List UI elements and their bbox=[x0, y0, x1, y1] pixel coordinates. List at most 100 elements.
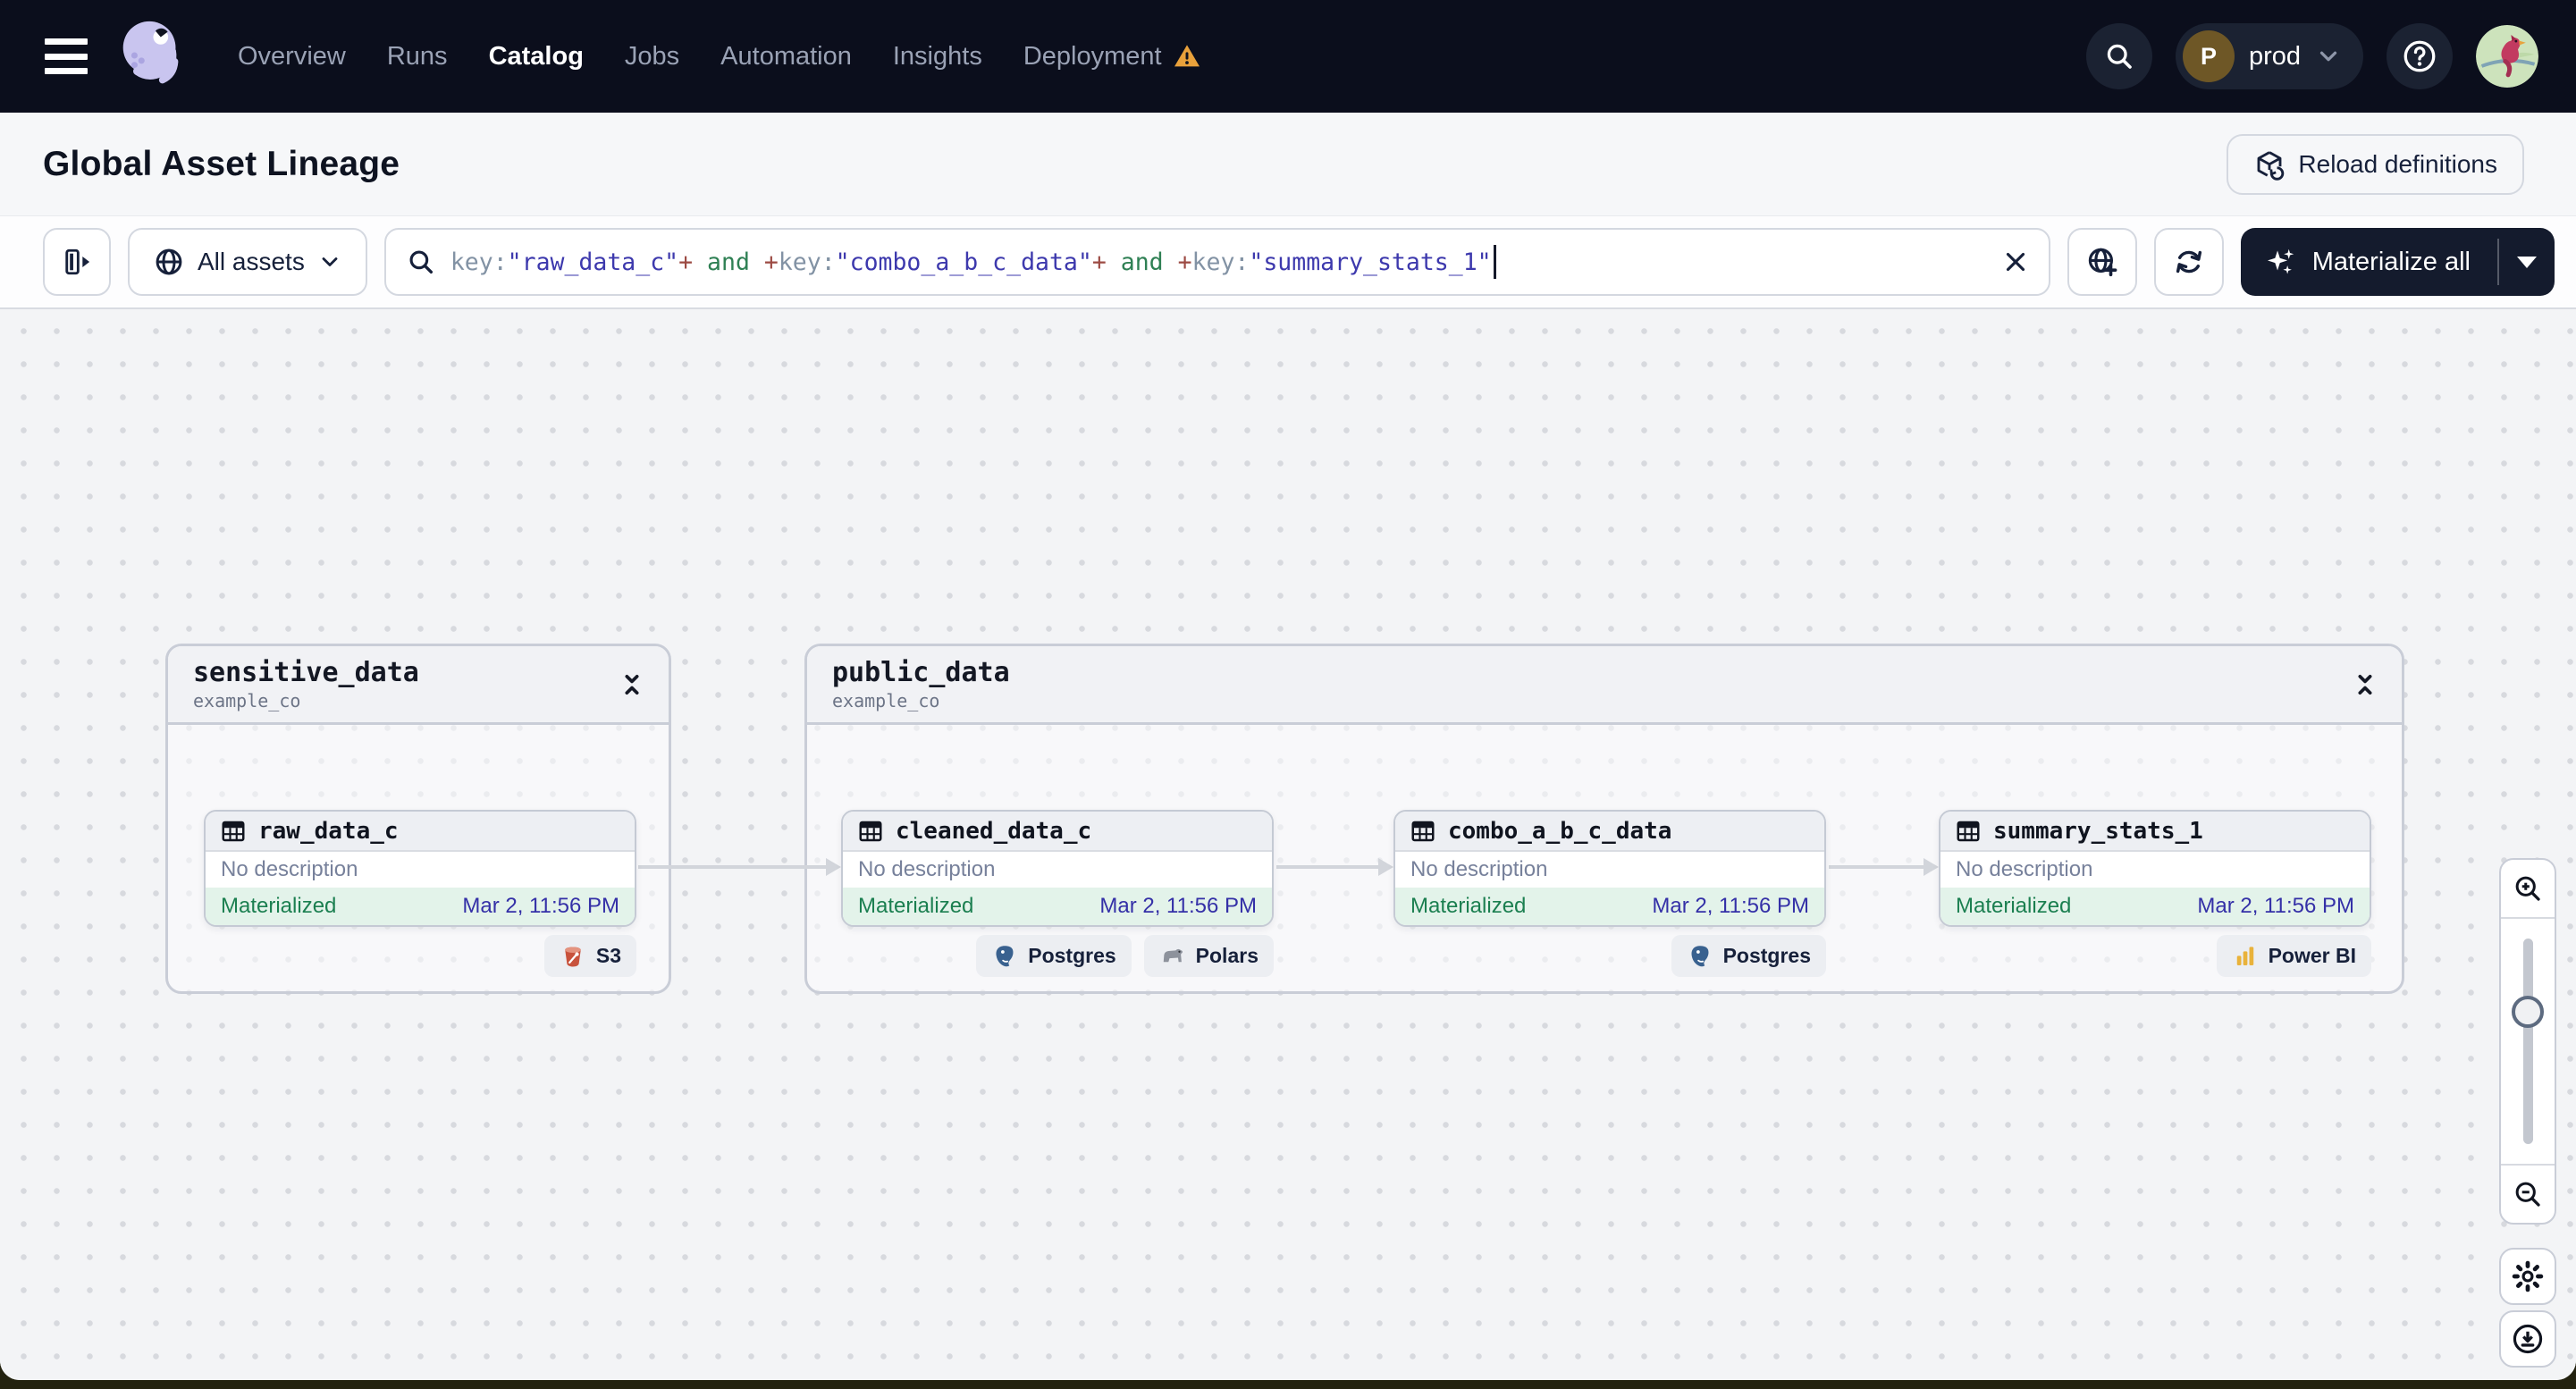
asset-node-summary-stats-1[interactable]: summary_stats_1 No description Materiali… bbox=[1939, 810, 2371, 927]
asset-name: summary_stats_1 bbox=[1993, 817, 2203, 845]
download-graph-button[interactable] bbox=[2499, 1310, 2556, 1368]
nav-item-jobs[interactable]: Jobs bbox=[625, 42, 679, 72]
download-icon bbox=[2513, 1324, 2543, 1354]
asset-tags-cleaned-data-c: Postgres Polars bbox=[841, 935, 1274, 977]
asset-node-raw-data-c[interactable]: raw_data_c No description Materialized M… bbox=[204, 810, 636, 927]
user-avatar[interactable] bbox=[2476, 25, 2538, 88]
graph-settings-button[interactable] bbox=[2499, 1248, 2556, 1305]
asset-status-row: Materialized Mar 2, 11:56 PM bbox=[1940, 888, 2370, 925]
tag-label: Polars bbox=[1195, 944, 1259, 967]
status-badge: Materialized bbox=[858, 894, 974, 918]
zoom-controls bbox=[2499, 858, 2556, 1225]
zoom-out-icon bbox=[2515, 1182, 2540, 1207]
nav-item-automation[interactable]: Automation bbox=[720, 42, 852, 72]
materialize-all-button[interactable]: Materialize all bbox=[2241, 228, 2497, 296]
lineage-canvas[interactable]: sensitive_data example_co public_data ex… bbox=[0, 309, 2576, 1380]
search-icon bbox=[2107, 44, 2132, 69]
zoom-out-button[interactable] bbox=[2501, 1166, 2555, 1223]
table-icon bbox=[1411, 821, 1435, 841]
lineage-toolbar: All assets key: "raw_data_c" + and + key: "c… bbox=[0, 216, 2576, 309]
deployment-name: prod bbox=[2248, 41, 2301, 71]
asset-tags-combo-a-b-c-data: Postgres bbox=[1393, 935, 1826, 977]
reload-definitions-button[interactable]: Reload definitions bbox=[2227, 133, 2524, 195]
materialization-timestamp[interactable]: Mar 2, 11:56 PM bbox=[462, 894, 619, 919]
text-cursor bbox=[1493, 245, 1496, 279]
add-external-assets-button[interactable] bbox=[2067, 228, 2137, 296]
asset-description: No description bbox=[206, 852, 635, 888]
group-name: public_data bbox=[832, 657, 1010, 688]
refresh-graph-button[interactable] bbox=[2153, 228, 2224, 296]
group-header[interactable]: public_data example_co bbox=[807, 646, 2402, 725]
gear-icon bbox=[2512, 1260, 2544, 1292]
status-badge: Materialized bbox=[1410, 894, 1527, 918]
globe-icon bbox=[156, 248, 182, 275]
zoom-in-icon bbox=[2515, 876, 2540, 901]
reload-definitions-label: Reload definitions bbox=[2298, 149, 2497, 178]
collapse-group-icon[interactable] bbox=[2350, 669, 2380, 700]
reload-definitions-icon bbox=[2257, 150, 2285, 181]
asset-status-row: Materialized Mar 2, 11:56 PM bbox=[206, 888, 635, 925]
collapse-group-icon[interactable] bbox=[617, 669, 647, 700]
open-panel-icon bbox=[65, 248, 90, 275]
group-header[interactable]: sensitive_data example_co bbox=[168, 646, 669, 725]
edge-combo-to-summary bbox=[1829, 858, 1939, 876]
zoom-slider-handle[interactable] bbox=[2512, 996, 2544, 1028]
postgres-icon bbox=[1691, 945, 1709, 966]
refresh-icon bbox=[2176, 250, 2201, 274]
table-icon bbox=[222, 821, 245, 841]
chevron-down-icon bbox=[322, 257, 338, 266]
primary-nav: Overview Runs Catalog Jobs Automation In… bbox=[238, 42, 1201, 72]
asset-description: No description bbox=[1395, 852, 1824, 888]
tag-postgres[interactable]: Postgres bbox=[976, 935, 1132, 977]
nav-item-deployment-label: Deployment bbox=[1023, 41, 1162, 71]
asset-node-cleaned-data-c[interactable]: cleaned_data_c No description Materializ… bbox=[841, 810, 1274, 927]
materialization-timestamp[interactable]: Mar 2, 11:56 PM bbox=[1099, 894, 1257, 919]
nav-item-catalog[interactable]: Catalog bbox=[489, 42, 584, 72]
group-location: example_co bbox=[193, 690, 301, 711]
s3-icon bbox=[565, 947, 581, 966]
nav-item-runs[interactable]: Runs bbox=[387, 42, 448, 72]
clear-filter-icon[interactable] bbox=[2000, 247, 2031, 277]
nav-item-deployment[interactable]: Deployment bbox=[1023, 42, 1201, 72]
dagster-logo[interactable] bbox=[111, 14, 195, 98]
materialization-timestamp[interactable]: Mar 2, 11:56 PM bbox=[1652, 894, 1809, 919]
zoom-in-button[interactable] bbox=[2501, 860, 2555, 917]
avatar-bird-image bbox=[2476, 25, 2538, 88]
global-search-button[interactable] bbox=[2085, 23, 2152, 89]
asset-filter-input[interactable]: key: "raw_data_c" + and + key: "combo_a_b_c_… bbox=[383, 228, 2050, 296]
nav-item-insights[interactable]: Insights bbox=[893, 42, 982, 72]
postgres-icon bbox=[996, 945, 1014, 966]
asset-name: combo_a_b_c_data bbox=[1448, 817, 1672, 845]
asset-scope-dropdown[interactable]: All assets bbox=[128, 228, 367, 296]
help-icon bbox=[2403, 40, 2436, 72]
powerbi-icon bbox=[2236, 946, 2253, 965]
asset-scope-label: All assets bbox=[198, 248, 305, 275]
zoom-slider-track[interactable] bbox=[2522, 939, 2533, 1144]
tag-label: S3 bbox=[595, 944, 621, 967]
asset-node-combo-a-b-c-data[interactable]: combo_a_b_c_data No description Material… bbox=[1393, 810, 1826, 927]
filter-query-text: key: "raw_data_c" + and + key: "combo_a_b_c_… bbox=[450, 245, 1986, 279]
tag-postgres[interactable]: Postgres bbox=[1671, 935, 1826, 977]
tag-power-bi[interactable]: Power BI bbox=[2216, 935, 2371, 977]
group-name: sensitive_data bbox=[193, 657, 419, 688]
octopus-logo-icon bbox=[122, 21, 179, 84]
tag-polars[interactable]: Polars bbox=[1143, 935, 1274, 977]
materialization-timestamp[interactable]: Mar 2, 11:56 PM bbox=[2197, 894, 2354, 919]
help-button[interactable] bbox=[2387, 23, 2453, 89]
tag-s3[interactable]: S3 bbox=[543, 935, 636, 977]
zoom-slider[interactable] bbox=[2501, 917, 2555, 1166]
app-window: Overview Runs Catalog Jobs Automation In… bbox=[0, 0, 2576, 1380]
sparkles-icon bbox=[2267, 248, 2294, 274]
nav-item-overview[interactable]: Overview bbox=[238, 42, 346, 72]
materialize-all-label: Materialize all bbox=[2311, 247, 2471, 276]
asset-tags-summary-stats-1: Power BI bbox=[1939, 935, 2371, 977]
open-asset-panel-button[interactable] bbox=[43, 228, 111, 296]
group-location: example_co bbox=[832, 690, 940, 711]
deployment-switcher[interactable]: P prod bbox=[2175, 23, 2363, 89]
polars-icon bbox=[1163, 948, 1183, 962]
asset-description: No description bbox=[843, 852, 1272, 888]
materialize-options-button[interactable] bbox=[2499, 228, 2555, 296]
tag-label: Postgres bbox=[1028, 944, 1116, 967]
menu-icon[interactable] bbox=[45, 38, 88, 74]
page-header: Global Asset Lineage Reload definitions bbox=[0, 113, 2576, 216]
